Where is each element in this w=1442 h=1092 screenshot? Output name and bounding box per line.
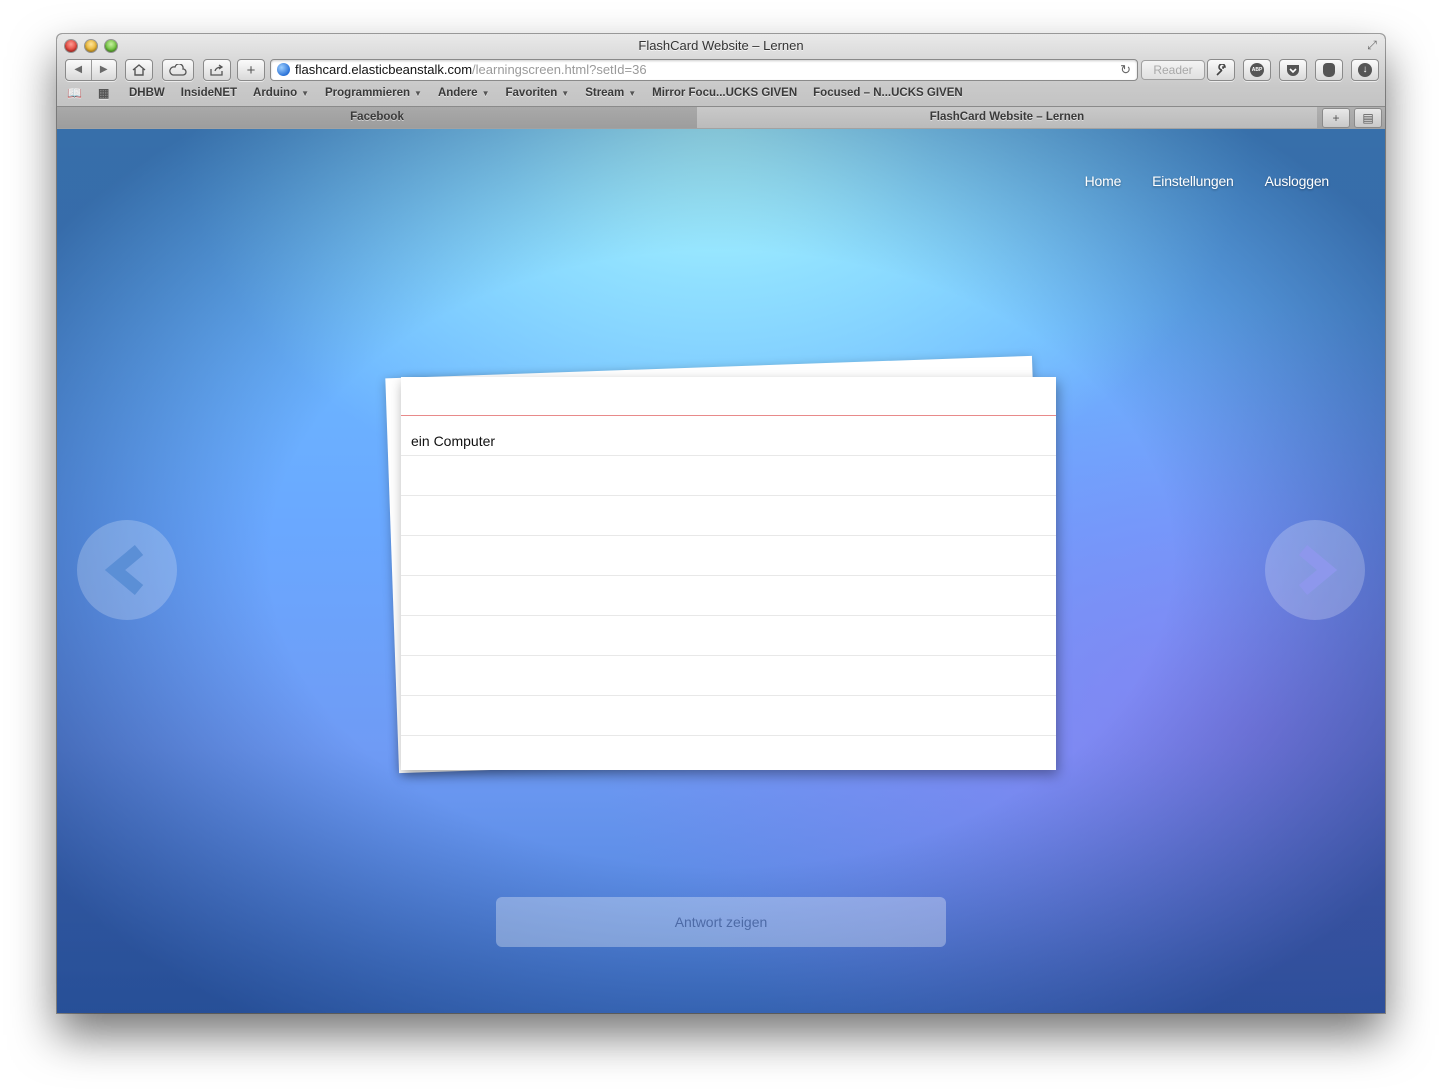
cloud-icon xyxy=(169,64,187,76)
adblock-button[interactable]: ABP xyxy=(1243,59,1271,81)
bookmark-items: DHBW InsideNET Arduino ▼ Programmieren ▼ Ander… xyxy=(129,87,963,99)
show-answer-button[interactable]: Antwort zeigen xyxy=(496,897,946,947)
top-navigation: Home Einstellungen Ausloggen xyxy=(1085,173,1330,189)
card-line xyxy=(401,536,1056,576)
bookmark-label: Arduino xyxy=(253,87,298,99)
card-line xyxy=(401,656,1056,696)
window-title: FlashCard Website – Lernen xyxy=(638,38,804,53)
home-icon xyxy=(132,64,146,76)
chevron-down-icon: ▼ xyxy=(628,89,637,98)
browser-chrome: FlashCard Website – Lernen ⤢ ◀ ▶ + flash… xyxy=(57,34,1385,130)
bookmark-label: Favoriten xyxy=(505,87,558,99)
reader-button[interactable]: Reader xyxy=(1141,60,1205,80)
card-line xyxy=(401,456,1056,496)
bookmark-label: Mirror Focu...UCKS GIVEN xyxy=(652,87,798,99)
forward-icon[interactable]: ▶ xyxy=(90,60,117,80)
tab-overview-button[interactable]: ▤ xyxy=(1354,108,1382,128)
bookmark-label: DHBW xyxy=(129,87,165,99)
bookmark-label: Focused – N...UCKS GIVEN xyxy=(813,87,963,99)
bookmark-label: InsideNET xyxy=(180,87,238,99)
bookmark-item[interactable]: DHBW xyxy=(129,87,165,99)
browser-toolbar: ◀ ▶ + flashcard.elasticbeanstalk.com/lea… xyxy=(65,59,1379,81)
card-line xyxy=(401,576,1056,616)
home-button[interactable] xyxy=(125,59,153,81)
back-forward-buttons: ◀ ▶ xyxy=(65,59,117,81)
nav-settings-link[interactable]: Einstellungen xyxy=(1152,173,1234,189)
card-line xyxy=(401,496,1056,536)
share-icon xyxy=(210,64,224,76)
hand-extension-button[interactable] xyxy=(1315,59,1343,81)
downloads-button[interactable]: ↓ xyxy=(1351,59,1379,81)
download-icon: ↓ xyxy=(1358,63,1372,77)
chevron-left-icon xyxy=(104,545,144,595)
tab-flashcard[interactable]: FlashCard Website – Lernen xyxy=(697,107,1317,128)
card-line xyxy=(401,616,1056,656)
bookmarks-bar: 📖 ▦ DHBW InsideNET Arduino ▼ Programmieren ▼ A… xyxy=(65,86,1377,102)
icloud-button[interactable] xyxy=(162,59,194,81)
bookmark-item[interactable]: Stream ▼ xyxy=(585,87,636,99)
chevron-down-icon: ▼ xyxy=(481,89,490,98)
bookmark-item[interactable]: Focused – N...UCKS GIVEN xyxy=(813,87,963,99)
url-path: /learningscreen.html?setId=36 xyxy=(472,62,647,77)
add-bookmark-button[interactable]: + xyxy=(237,59,265,81)
fullscreen-icon[interactable]: ⤢ xyxy=(1365,38,1379,52)
chevron-down-icon: ▼ xyxy=(561,89,570,98)
bookmark-item[interactable]: Programmieren ▼ xyxy=(325,87,422,99)
globe-icon xyxy=(277,63,290,76)
share-button[interactable] xyxy=(203,59,231,81)
tab-facebook[interactable]: Facebook xyxy=(57,107,698,128)
webpage: Home Einstellungen Ausloggen ein Compute… xyxy=(57,129,1385,1013)
bookmark-label: Programmieren xyxy=(325,87,411,99)
next-card-button[interactable] xyxy=(1265,520,1365,620)
bookmark-item[interactable]: Favoriten ▼ xyxy=(506,87,570,99)
bookmark-item[interactable]: Andere ▼ xyxy=(438,87,490,99)
bookmark-item[interactable]: Mirror Focu...UCKS GIVEN xyxy=(652,87,797,99)
chevron-down-icon: ▼ xyxy=(414,89,422,98)
wrench-icon xyxy=(1216,64,1226,76)
chevron-right-icon xyxy=(1298,545,1338,595)
card-line: ein Computer xyxy=(401,416,1056,456)
address-bar[interactable]: flashcard.elasticbeanstalk.com/learnings… xyxy=(270,59,1138,81)
card-question-text: ein Computer xyxy=(411,433,496,449)
tab-bar: Facebook FlashCard Website – Lernen + ▤ xyxy=(57,106,1385,129)
card-line xyxy=(401,696,1056,736)
reload-icon[interactable]: ↻ xyxy=(1120,60,1131,80)
previous-card-button[interactable] xyxy=(77,520,177,620)
url-host: flashcard.elasticbeanstalk.com xyxy=(295,62,473,77)
hand-icon xyxy=(1323,63,1335,77)
plus-icon: + xyxy=(246,61,256,79)
bookmark-label: Stream xyxy=(585,87,625,99)
new-tab-button[interactable]: + xyxy=(1322,108,1350,128)
adblock-icon: ABP xyxy=(1250,63,1264,77)
bookmark-label: Andere xyxy=(437,87,478,99)
nav-logout-link[interactable]: Ausloggen xyxy=(1265,173,1330,189)
nav-home-link[interactable]: Home xyxy=(1085,173,1122,189)
url-text: flashcard.elasticbeanstalk.com/learnings… xyxy=(295,60,647,80)
bookmark-item[interactable]: InsideNET xyxy=(181,87,237,99)
new-tab-icon: + xyxy=(1332,111,1340,125)
pocket-icon xyxy=(1287,64,1299,76)
chevron-down-icon: ▼ xyxy=(301,89,310,98)
top-sites-grid-icon[interactable]: ▦ xyxy=(98,86,109,100)
card-header-rule xyxy=(401,377,1056,416)
tab-overview-icon: ▤ xyxy=(1362,111,1374,125)
reading-list-icon[interactable]: 📖 xyxy=(67,86,82,100)
settings-wrench-button[interactable] xyxy=(1207,59,1235,81)
bookmark-item[interactable]: Arduino ▼ xyxy=(253,87,309,99)
browser-window: FlashCard Website – Lernen ⤢ ◀ ▶ + flash… xyxy=(57,34,1385,1013)
pocket-button[interactable] xyxy=(1279,59,1307,81)
flashcard[interactable]: ein Computer xyxy=(401,377,1056,770)
back-icon[interactable]: ◀ xyxy=(66,60,91,80)
